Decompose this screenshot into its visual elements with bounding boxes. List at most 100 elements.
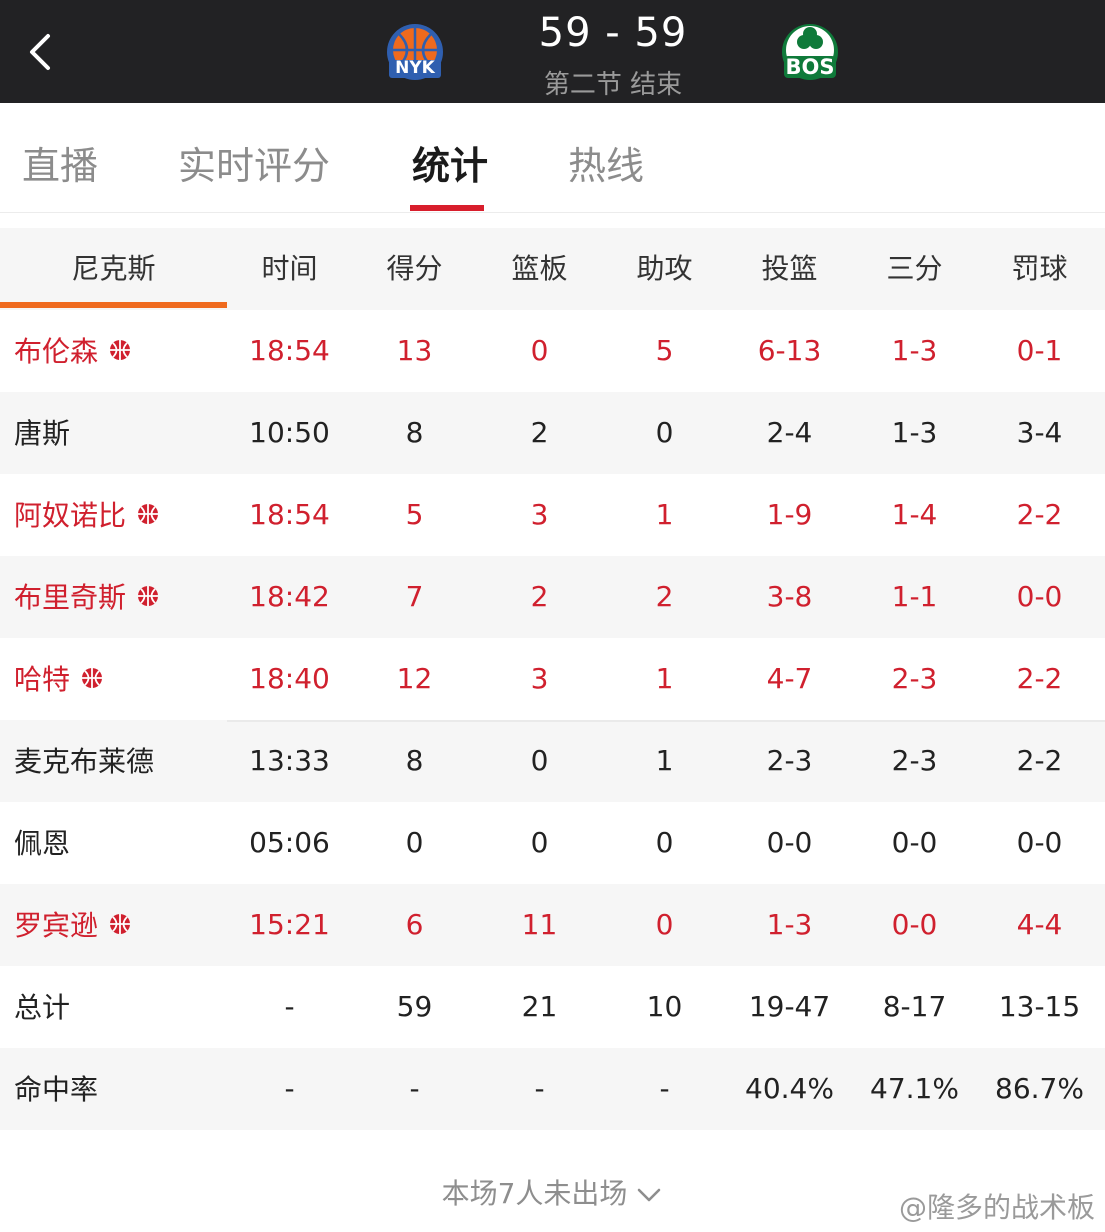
bench-note: 本场7人未出场: [441, 1177, 628, 1210]
tab-hotline[interactable]: 热线: [568, 135, 644, 190]
team-tab-indicator: [0, 302, 227, 308]
tab-live-rating[interactable]: 实时评分: [178, 135, 330, 190]
home-team-abbr: NYK: [395, 58, 435, 78]
stat-cell: 7: [405, 580, 424, 613]
table-row[interactable]: 总计 - 59 21 10 19-47 8-17 13-15: [0, 966, 1105, 1048]
stat-cell: -: [534, 1072, 545, 1105]
player-name-cell[interactable]: 佩恩: [14, 802, 224, 884]
player-name: 麦克布莱德: [14, 745, 155, 778]
player-name-cell[interactable]: 罗宾逊: [14, 884, 224, 966]
player-name-cell[interactable]: 总计: [14, 966, 224, 1048]
stat-cell: 10: [646, 990, 683, 1023]
stat-cell: 2-4: [766, 416, 813, 449]
stat-cell: 5: [405, 498, 424, 531]
player-name-cell[interactable]: 命中率: [14, 1048, 224, 1130]
player-name: 阿奴诺比: [14, 499, 127, 532]
stat-cell: 0-1: [1016, 334, 1063, 367]
stat-cell: 0: [530, 334, 549, 367]
stat-cell: 2-2: [1016, 498, 1063, 531]
team-tab[interactable]: 尼克斯: [0, 228, 227, 310]
table-row[interactable]: 唐斯 10:50 8 2 0 2-4 1-3 3-4: [0, 392, 1105, 474]
stat-cell: 6: [405, 908, 424, 941]
table-row[interactable]: 阿奴诺比 18:54 5 3 1 1-9 1-4 2-2: [0, 474, 1105, 556]
player-name: 命中率: [14, 1073, 99, 1106]
player-name: 布伦森: [14, 335, 99, 368]
column-header: 得分: [386, 252, 443, 285]
table-row[interactable]: 罗宾逊 15:21 6 11 0 1-3 0-0 4-4: [0, 884, 1105, 966]
stat-cell: 12: [396, 662, 433, 695]
table-row[interactable]: 哈特 18:40 12 3 1 4-7 2-3 2-2: [0, 638, 1105, 720]
stat-cell: 0: [655, 416, 674, 449]
table-row[interactable]: 麦克布莱德 13:33 8 0 1 2-3 2-3 2-2: [0, 720, 1105, 802]
stat-cell: 18:42: [249, 580, 330, 613]
stat-cell: 0: [405, 826, 424, 859]
home-team-logo[interactable]: NYK: [383, 22, 447, 86]
table-row[interactable]: 布伦森 18:54 13 0 5 6-13 1-3 0-1: [0, 310, 1105, 392]
player-name: 唐斯: [14, 417, 71, 450]
stat-cell: 1: [655, 498, 674, 531]
player-name-cell[interactable]: 阿奴诺比: [14, 474, 224, 556]
game-period: 第二节 结束: [543, 70, 683, 100]
column-header: 三分: [886, 252, 943, 285]
table-header: 尼克斯 时间 得分 篮板 助攻 投篮 三分 罚球: [0, 228, 1105, 310]
stat-cell: 2-2: [1016, 744, 1063, 777]
stat-cell: 1-4: [891, 498, 938, 531]
stat-cell: 0-0: [891, 826, 938, 859]
stat-cell: 21: [521, 990, 558, 1023]
player-name: 罗宾逊: [14, 909, 99, 942]
stat-cell: 18:54: [249, 498, 330, 531]
stat-cell: 4-7: [766, 662, 813, 695]
player-name-cell[interactable]: 哈特: [14, 638, 224, 720]
stat-cell: 0-0: [891, 908, 938, 941]
table-row[interactable]: 佩恩 05:06 0 0 0 0-0 0-0 0-0: [0, 802, 1105, 884]
stat-cell: 13-15: [998, 990, 1081, 1023]
table-row[interactable]: 命中率 - - - - 40.4% 47.1% 86.7%: [0, 1048, 1105, 1130]
stat-cell: 0-0: [766, 826, 813, 859]
basketball-icon: [138, 586, 159, 606]
stat-cell: 0-0: [1016, 580, 1063, 613]
stat-cell: 1: [655, 662, 674, 695]
player-name: 布里奇斯: [14, 581, 127, 614]
player-name: 佩恩: [14, 827, 71, 860]
basketball-icon: [110, 914, 131, 934]
stat-cell: 40.4%: [745, 1072, 834, 1105]
player-name: 总计: [14, 991, 71, 1024]
stat-cell: 19-47: [748, 990, 831, 1023]
back-button[interactable]: [22, 28, 62, 76]
basketball-icon: [138, 504, 159, 524]
stat-cell: 18:40: [249, 662, 330, 695]
stat-cell: -: [284, 990, 295, 1023]
stat-cell: 0: [655, 826, 674, 859]
away-team-logo[interactable]: BOS: [778, 22, 842, 86]
stat-cell: 8: [405, 744, 424, 777]
stat-cell: 0: [655, 908, 674, 941]
column-header: 投篮: [761, 252, 818, 285]
tab-live[interactable]: 直播: [22, 135, 98, 190]
stat-cell: 6-13: [757, 334, 822, 367]
basketball-icon: [82, 668, 103, 688]
tab-bar: 直播 实时评分 统计 热线: [0, 103, 1105, 213]
stat-cell: 1: [655, 744, 674, 777]
player-name-cell[interactable]: 布里奇斯: [14, 556, 224, 638]
stat-cell: 2-3: [766, 744, 813, 777]
away-team-abbr: BOS: [785, 55, 835, 79]
chevron-left-icon: [30, 34, 50, 70]
stat-cell: 1-1: [891, 580, 938, 613]
player-name-cell[interactable]: 布伦森: [14, 310, 224, 392]
player-name-cell[interactable]: 麦克布莱德: [14, 720, 224, 802]
stat-cell: 59: [396, 990, 433, 1023]
stat-cell: 13:33: [249, 744, 330, 777]
player-name-cell[interactable]: 唐斯: [14, 392, 224, 474]
stat-cell: 86.7%: [995, 1072, 1084, 1105]
stat-cell: 18:54: [249, 334, 330, 367]
tab-stats[interactable]: 统计: [412, 135, 488, 190]
stat-cell: 0-0: [1016, 826, 1063, 859]
table-row[interactable]: 布里奇斯 18:42 7 2 2 3-8 1-1 0-0: [0, 556, 1105, 638]
stat-cell: 8: [405, 416, 424, 449]
stat-cell: 47.1%: [870, 1072, 959, 1105]
stat-cell: 0: [530, 826, 549, 859]
stat-cell: 1-3: [766, 908, 813, 941]
stat-cell: 2: [655, 580, 674, 613]
stat-cell: 2: [530, 580, 549, 613]
stat-cell: 11: [521, 908, 558, 941]
